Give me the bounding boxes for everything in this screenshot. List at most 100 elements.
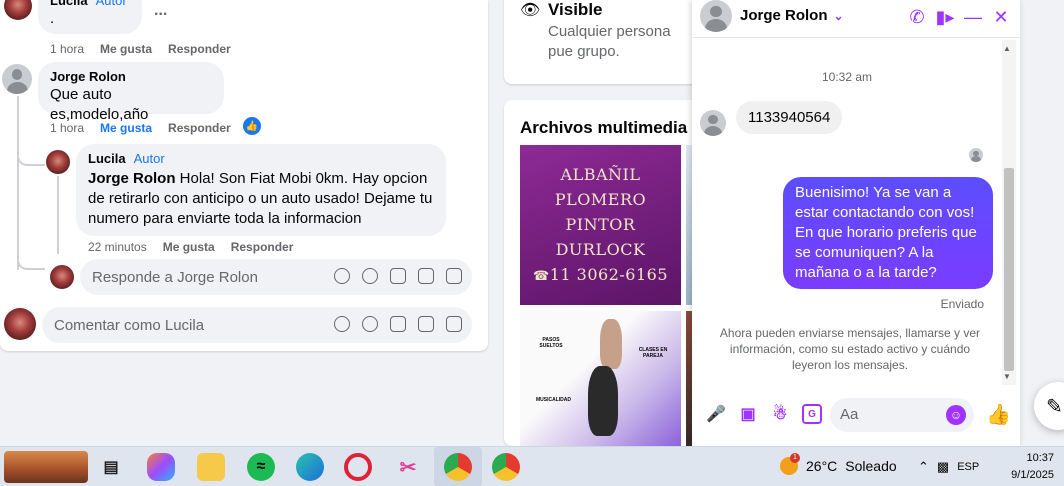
input-tools [334, 316, 462, 332]
comment-bubble: Lucila Autor . [38, 0, 142, 34]
visibility-title: Visible [548, 0, 603, 19]
reply-button[interactable]: Responder [168, 121, 231, 135]
thread-line [57, 176, 59, 254]
contact-avatar[interactable] [700, 0, 732, 32]
edge-icon[interactable] [296, 453, 324, 481]
comment-time[interactable]: 1 hora [50, 121, 84, 135]
dancer-figure [588, 366, 618, 436]
comment-author[interactable]: Lucila [50, 0, 88, 8]
file-explorer-icon[interactable] [197, 453, 225, 481]
task-view-icon[interactable]: ▤ [97, 453, 125, 481]
messenger-chat-window: Jorge Rolon ⌄ ✆ ▮▸ — ✕ 10:32 am 113394056… [692, 0, 1020, 446]
emoji-icon[interactable] [362, 268, 378, 284]
avatar[interactable] [2, 64, 32, 94]
chrome-icon[interactable] [492, 453, 520, 481]
avatar[interactable] [46, 150, 70, 174]
reply-button[interactable]: Responder [231, 240, 294, 254]
media-title[interactable]: Archivos multimedia re [520, 118, 708, 138]
photo-icon[interactable]: ▣ [738, 404, 758, 424]
thread-line [17, 96, 19, 270]
contact-name: Jorge Rolon [740, 7, 828, 24]
sticker-icon[interactable] [446, 316, 462, 332]
scroll-up-arrow[interactable]: ▲ [1003, 44, 1011, 53]
reply-actions: 22 minutos Me gusta Responder [88, 240, 293, 254]
tile-line: ALBAÑIL [560, 165, 641, 184]
phone-call-icon[interactable]: ✆ [906, 6, 928, 28]
avatar[interactable] [4, 0, 32, 20]
group-visibility-card: 👁 Visible Cualquier persona pue grupo. [504, 0, 704, 84]
thumbs-up-icon[interactable]: 👍 [986, 402, 1011, 427]
like-button[interactable]: Me gusta [100, 121, 152, 135]
comment-text: Que auto es,modelo,año [50, 86, 149, 123]
language-indicator[interactable]: ESP [957, 461, 979, 473]
scrollbar-thumb[interactable] [1004, 168, 1014, 371]
chat-header[interactable]: Jorge Rolon ⌄ ✆ ▮▸ — ✕ [692, 0, 1020, 38]
comments-card: Lucila Autor . ... 1 hora Me gusta Respon… [0, 0, 488, 351]
close-icon[interactable]: ✕ [990, 6, 1012, 28]
reply-time[interactable]: 22 minutos [88, 240, 147, 254]
chrome-profile-icon[interactable] [444, 453, 472, 481]
tile-line: PLOMERO [554, 190, 647, 209]
chevron-down-icon: ⌄ [833, 9, 844, 23]
new-message-button[interactable]: ✎ [1034, 382, 1064, 430]
contact-avatar[interactable] [700, 110, 726, 136]
comment-input[interactable]: Comentar como Lucila [42, 307, 472, 343]
avatar-sticker-icon[interactable] [334, 268, 350, 284]
chat-contact[interactable]: Jorge Rolon ⌄ [740, 7, 844, 24]
gif-icon[interactable]: G [802, 404, 822, 424]
comment-bubble: Jorge Rolon Que auto es,modelo,año [38, 62, 224, 123]
minimize-icon[interactable]: — [962, 6, 984, 28]
desktop-widget-thumbnail[interactable] [4, 451, 88, 483]
reply-author[interactable]: Lucila [88, 151, 126, 166]
thumbs-up-icon[interactable]: 👍 [243, 117, 261, 135]
avatar[interactable] [50, 265, 74, 289]
media-tile-services[interactable]: ALBAÑIL PLOMERO PINTOR DURLOCK ☎11 3062-… [520, 145, 681, 305]
network-icon[interactable]: ▩ [937, 459, 949, 475]
phone-icon: ☎ [533, 269, 550, 284]
comment-time[interactable]: 1 hora [50, 42, 84, 56]
emoji-icon[interactable]: ☺ [946, 405, 966, 425]
sun-icon: 1 [780, 453, 800, 475]
reply-button[interactable]: Responder [168, 42, 231, 56]
dancer-figure [600, 319, 622, 369]
comment-author[interactable]: Jorge Rolon [50, 69, 212, 85]
mention-link[interactable]: Jorge Rolon [88, 170, 176, 187]
incoming-message[interactable]: 1133940564 [736, 101, 843, 134]
outgoing-message[interactable]: Buenisimo! Ya se van a estar contactando… [783, 177, 993, 289]
tile-line: PINTOR [565, 215, 636, 234]
compose-tools: 🎤 ▣ ☃ G [706, 404, 822, 424]
chevron-up-icon[interactable]: ⌃ [918, 459, 929, 475]
camera-icon[interactable] [390, 268, 406, 284]
author-badge: Autor [95, 0, 127, 8]
clock[interactable]: 10:37 9/1/2025 [1011, 450, 1054, 484]
windows-taskbar: ▤ ≈ ✂ 1 26°C Soleado ⌃ ▩ ESP 10:37 9/1/2… [0, 446, 1064, 486]
reply-input[interactable]: Responde a Jorge Rolon [80, 259, 472, 295]
copilot-icon[interactable] [147, 453, 175, 481]
media-card: Archivos multimedia re ALBAÑIL PLOMERO P… [504, 100, 708, 446]
snipping-tool-icon[interactable]: ✂ [394, 453, 422, 481]
sticker-icon[interactable] [446, 268, 462, 284]
camera-icon[interactable] [390, 316, 406, 332]
reply-text: Jorge Rolon Hola! Son Fiat Mobi 0km. Hay… [88, 169, 434, 229]
gif-icon[interactable] [418, 316, 434, 332]
scroll-down-arrow[interactable]: ▼ [1003, 372, 1011, 381]
author-badge: Autor [133, 151, 165, 166]
emoji-icon[interactable] [362, 316, 378, 332]
video-call-icon[interactable]: ▮▸ [934, 6, 956, 28]
like-button[interactable]: Me gusta [163, 240, 215, 254]
like-button[interactable]: Me gusta [100, 42, 152, 56]
weather-widget[interactable]: 1 26°C Soleado [780, 453, 897, 475]
sticker-icon[interactable]: ☃ [770, 404, 790, 424]
gif-icon[interactable] [418, 268, 434, 284]
avatar-sticker-icon[interactable] [334, 316, 350, 332]
input-tools [334, 268, 462, 284]
more-options-button[interactable]: ... [154, 2, 167, 20]
spotify-icon[interactable]: ≈ [247, 453, 275, 481]
microphone-icon[interactable]: 🎤 [706, 404, 726, 424]
opera-icon[interactable] [344, 453, 372, 481]
avatar[interactable] [4, 308, 36, 340]
message-timestamp: 10:32 am [821, 70, 873, 84]
message-input[interactable]: Aa ☺ [830, 398, 974, 432]
media-tile-dance[interactable]: PASOS SUELTOS CLASES EN PAREJA MUSICALID… [520, 311, 681, 446]
thread-connector [17, 250, 45, 270]
